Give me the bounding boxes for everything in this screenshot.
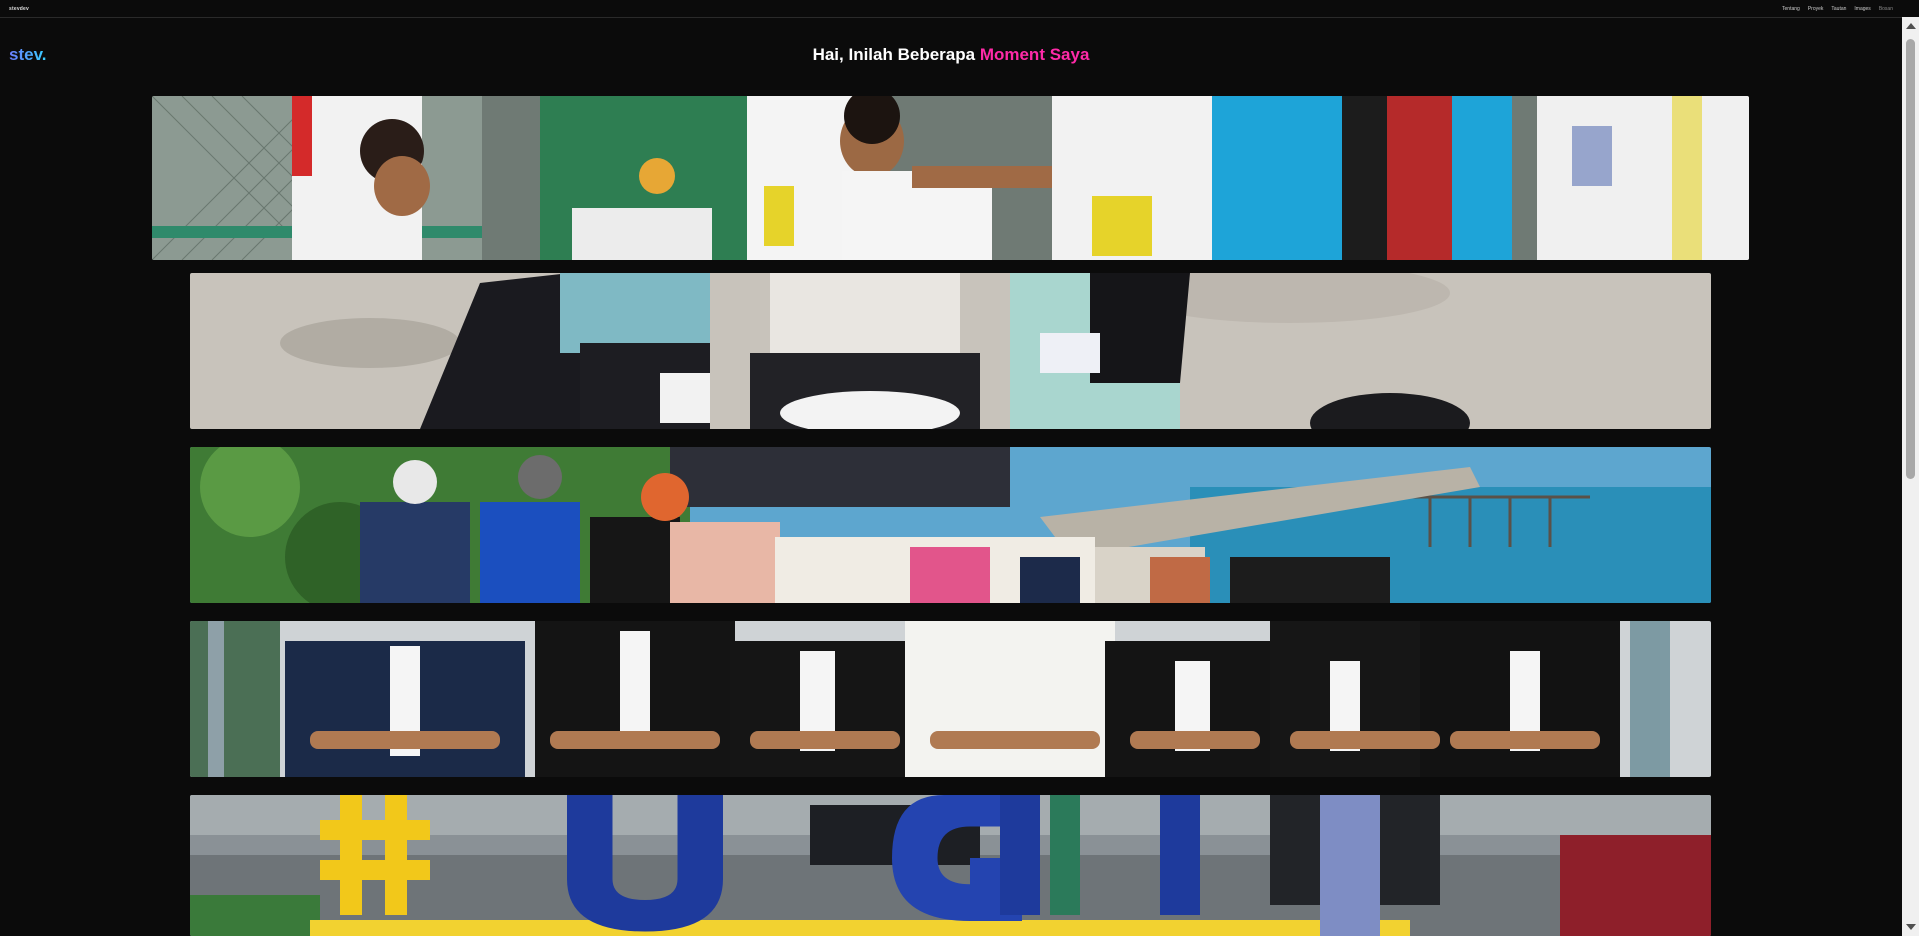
basketball-photo-image bbox=[152, 96, 1749, 260]
top-navbar: stevdev Tentang Proyek Tautan Images Bos… bbox=[0, 0, 1919, 18]
moment-photo-basketball[interactable] bbox=[152, 96, 1749, 260]
card-game-photo-image bbox=[190, 273, 1711, 429]
moment-photo-ugm-sign[interactable] bbox=[190, 795, 1711, 936]
moment-photo-card-game[interactable] bbox=[190, 273, 1711, 429]
nav-link-proyek[interactable]: Proyek bbox=[1808, 6, 1824, 12]
moment-photo-beach[interactable] bbox=[190, 447, 1711, 603]
page-title-prefix: Hai, Inilah Beberapa bbox=[812, 45, 976, 64]
nav-link-images[interactable]: Images bbox=[1854, 6, 1870, 12]
ugm-sign-photo-image bbox=[190, 795, 1711, 936]
nav-link-tautan[interactable]: Tautan bbox=[1831, 6, 1846, 12]
scroll-up-arrow-icon[interactable] bbox=[1906, 23, 1916, 29]
page-title: Hai, Inilah Beberapa Moment Saya bbox=[0, 45, 1902, 65]
top-nav-links: Tentang Proyek Tautan Images Bosan bbox=[1782, 6, 1893, 12]
nav-link-bosan[interactable]: Bosan bbox=[1879, 6, 1893, 12]
brand-label[interactable]: stevdev bbox=[9, 6, 29, 12]
nav-link-tentang[interactable]: Tentang bbox=[1782, 6, 1800, 12]
scroll-down-arrow-icon[interactable] bbox=[1906, 924, 1916, 930]
moment-photo-formal-group[interactable] bbox=[190, 621, 1711, 777]
vertical-scrollbar[interactable] bbox=[1902, 17, 1919, 936]
page-title-accent: Moment Saya bbox=[979, 45, 1090, 64]
scrollbar-thumb[interactable] bbox=[1906, 39, 1915, 479]
formal-group-photo-image bbox=[190, 621, 1711, 777]
beach-photo-image bbox=[190, 447, 1711, 603]
